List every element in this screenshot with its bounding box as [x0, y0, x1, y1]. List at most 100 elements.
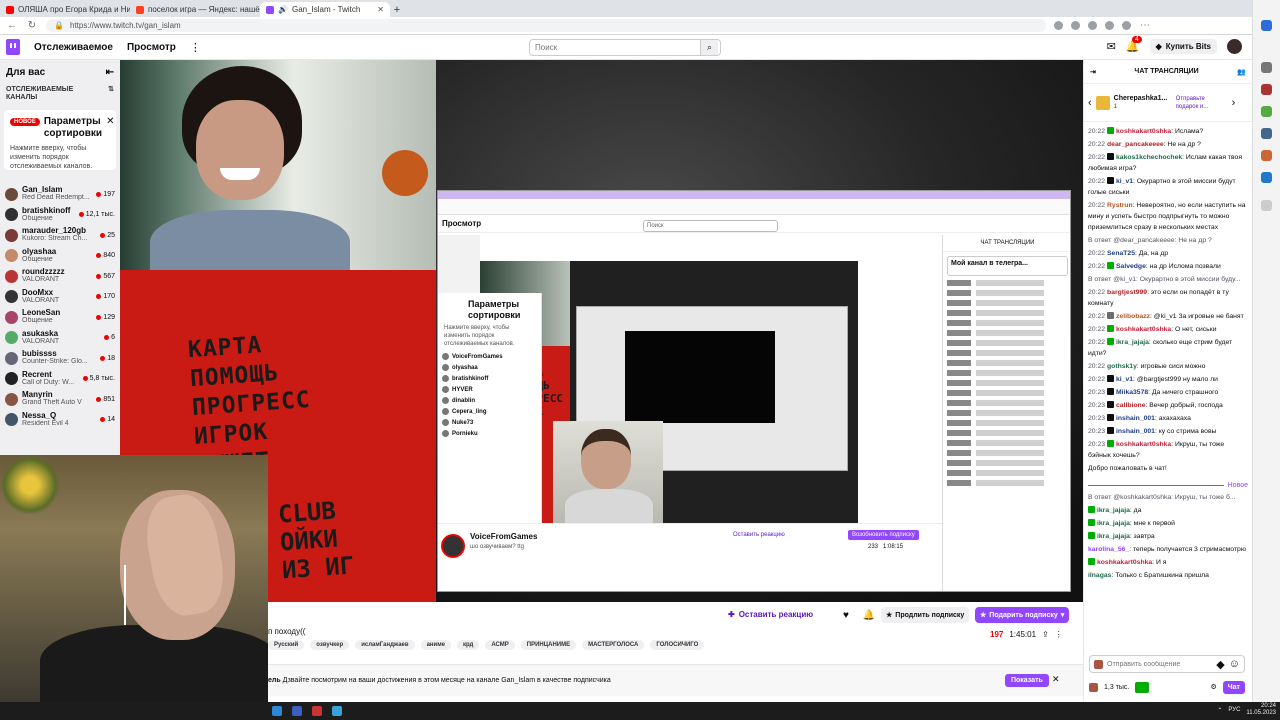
stream-tag[interactable]: Русский — [268, 640, 305, 650]
chat-username[interactable]: callbione — [1116, 402, 1145, 409]
chat-username[interactable]: ikra_jajaja — [1097, 520, 1130, 527]
twitch-logo-icon[interactable] — [6, 39, 20, 55]
pinned-gift[interactable]: Отправьте подарок и... — [1176, 95, 1228, 111]
search-input[interactable] — [530, 40, 700, 55]
chevron-right-icon[interactable]: › — [1232, 97, 1236, 109]
chat-username[interactable]: koshkakart0shka — [1116, 441, 1171, 448]
claim-icon[interactable] — [1135, 681, 1150, 693]
collapse-chat-icon[interactable]: ⇥ — [1090, 68, 1096, 76]
gift-sub-button[interactable]: ★ Подарить подписку ▾ — [975, 607, 1070, 623]
show-button[interactable]: Показать — [1005, 674, 1049, 687]
chat-username[interactable]: ilnagas — [1088, 572, 1111, 579]
chat-username[interactable]: ki_v1 — [1116, 178, 1133, 185]
chat-username[interactable]: inshain_001 — [1116, 428, 1155, 435]
stream-tag[interactable]: озвучкер — [310, 640, 350, 650]
buy-bits-button[interactable]: ◆ Купить Bits — [1149, 39, 1217, 54]
close-tab-icon[interactable]: ✕ — [377, 5, 384, 14]
users-icon[interactable]: 👥 — [1237, 68, 1246, 76]
react-button[interactable]: ✚ Оставить реакцию — [728, 610, 813, 619]
share-icon[interactable]: ⇪ — [1042, 630, 1049, 639]
sidebar-channel[interactable]: Gan_Islam Red Dead Redempt... 197 — [0, 184, 120, 205]
chat-username[interactable]: SenaT25 — [1107, 250, 1135, 257]
sidebar-channel[interactable]: bratishkinoff Общение 12,1 тыс. — [0, 205, 120, 226]
chat-username[interactable]: Salvedge — [1116, 263, 1146, 270]
chat-username[interactable]: koshkakart0shka — [1116, 128, 1171, 135]
extension-icon[interactable] — [1105, 21, 1114, 30]
gear-icon[interactable]: ⚙ — [1210, 683, 1216, 691]
bing-icon[interactable] — [1261, 20, 1272, 31]
add-icon[interactable] — [1261, 200, 1272, 211]
chat-username[interactable]: bargtjest999 — [1107, 289, 1147, 296]
tools-icon[interactable] — [1261, 106, 1272, 117]
chat-username[interactable]: ki_v1 — [1116, 376, 1133, 383]
sidebar-channel[interactable]: DooMxx VALORANT 170 — [0, 287, 120, 308]
bell-icon[interactable]: 🔔 — [861, 609, 877, 623]
tray-lang[interactable]: РУС — [1228, 707, 1240, 713]
chat-username[interactable]: Miika3578 — [1116, 389, 1148, 396]
sidebar-channel[interactable]: marauder_120gb Kukoro: Stream Ch... 25 — [0, 225, 120, 246]
stream-tag[interactable]: аниме — [420, 640, 452, 650]
notifications-icon[interactable]: 🔔 4 — [1126, 36, 1142, 53]
sidebar-channel[interactable]: bubissss Counter-Strike: Glo... 18 — [0, 348, 120, 369]
tray-icon[interactable]: ⌃ — [1217, 707, 1222, 714]
chat-username[interactable]: ikra_jajaja — [1097, 507, 1130, 514]
stream-tag[interactable]: ГОЛОСИЧИГО — [650, 640, 705, 650]
chat-username[interactable]: Rystrun — [1107, 202, 1133, 209]
more-icon[interactable]: ⋮ — [1055, 630, 1063, 639]
stream-tag[interactable]: крд — [457, 640, 480, 650]
extension-icon[interactable] — [1054, 21, 1063, 30]
sort-icon[interactable]: ⇅ — [108, 86, 114, 102]
browser-tab[interactable]: поселок игра — Яндекс: нашё... ✕ — [130, 2, 260, 17]
close-icon[interactable]: ✕ — [106, 116, 114, 127]
reload-icon[interactable]: ↻ — [26, 20, 38, 31]
inbox-icon[interactable]: ✉ — [1107, 40, 1116, 53]
chat-username[interactable]: karolina_56_ — [1088, 546, 1129, 553]
new-tab-button[interactable]: + — [390, 2, 404, 17]
sidebar-channel[interactable]: olyashaa Общение 840 — [0, 246, 120, 267]
chat-username[interactable]: ikra_jajaja — [1097, 533, 1130, 540]
stream-tag[interactable]: АСМР — [485, 640, 515, 650]
extend-sub-button[interactable]: ★ Продлить подписку — [881, 607, 970, 623]
app-icon[interactable] — [292, 706, 302, 716]
outlook-icon[interactable] — [1261, 172, 1272, 183]
sidebar-channel[interactable]: Nessa_Q Resident Evil 4 14 — [0, 410, 120, 431]
search-icon[interactable] — [1261, 62, 1272, 73]
profile-icon[interactable] — [1122, 21, 1131, 30]
app-icon[interactable] — [312, 706, 322, 716]
chat-username[interactable]: inshain_001 — [1116, 415, 1155, 422]
clock[interactable]: 20:24 11.05.2023 — [1246, 703, 1276, 717]
stream-tag[interactable]: исламГанджаев — [355, 640, 415, 650]
nav-browse[interactable]: Просмотр — [127, 42, 176, 53]
browser-tab-active[interactable]: 🔊 Gan_Islam - Twitch ✕ — [260, 2, 390, 17]
browser-tab[interactable]: ОЛЯША про Егора Крида и Нив... ✕ — [0, 2, 130, 17]
chat-username[interactable]: zelibobazz — [1116, 313, 1150, 320]
windows-start-icon[interactable] — [272, 706, 282, 716]
url-field[interactable]: 🔒 https://www.twitch.tv/gan_islam — [46, 19, 1046, 32]
star-icon[interactable] — [1088, 21, 1097, 30]
more-icon[interactable]: ⋮ — [190, 41, 201, 54]
smile-icon[interactable]: ☺ — [1229, 658, 1240, 670]
games-icon[interactable] — [1261, 128, 1272, 139]
chat-username[interactable]: gothsk1y — [1107, 363, 1137, 370]
bits-icon[interactable]: ◆ — [1216, 658, 1224, 671]
chat-username[interactable]: dear_pancakeeee — [1107, 141, 1164, 148]
chat-username[interactable]: ikra_jajaja — [1116, 339, 1149, 346]
sidebar-channel[interactable]: LeoneSan Общение 129 — [0, 307, 120, 328]
extension-icon[interactable] — [1071, 21, 1080, 30]
chat-username[interactable]: koshkakart0shka — [1097, 559, 1152, 566]
shopping-icon[interactable] — [1261, 84, 1272, 95]
sidebar-channel[interactable]: roundzzzzz VALORANT 567 — [0, 266, 120, 287]
stream-tag[interactable]: ПРИНЦАНИМЕ — [520, 640, 577, 650]
search-icon[interactable]: ⌕ — [700, 40, 718, 55]
chat-username[interactable]: koshkakart0shka — [1116, 326, 1171, 333]
collapse-icon[interactable]: ⇤ — [106, 67, 114, 78]
sidebar-channel[interactable]: asukaska VALORANT 6 — [0, 328, 120, 349]
close-icon[interactable]: ✕ — [1052, 674, 1060, 685]
chat-send-button[interactable]: Чат — [1222, 680, 1245, 694]
menu-icon[interactable]: ⋯ — [1139, 20, 1151, 31]
chat-input[interactable] — [1107, 660, 1213, 668]
office-icon[interactable] — [1261, 150, 1272, 161]
back-icon[interactable]: ← — [6, 20, 18, 31]
sidebar-channel[interactable]: Manyrin Grand Theft Auto V 851 — [0, 389, 120, 410]
user-avatar[interactable] — [1227, 39, 1242, 54]
